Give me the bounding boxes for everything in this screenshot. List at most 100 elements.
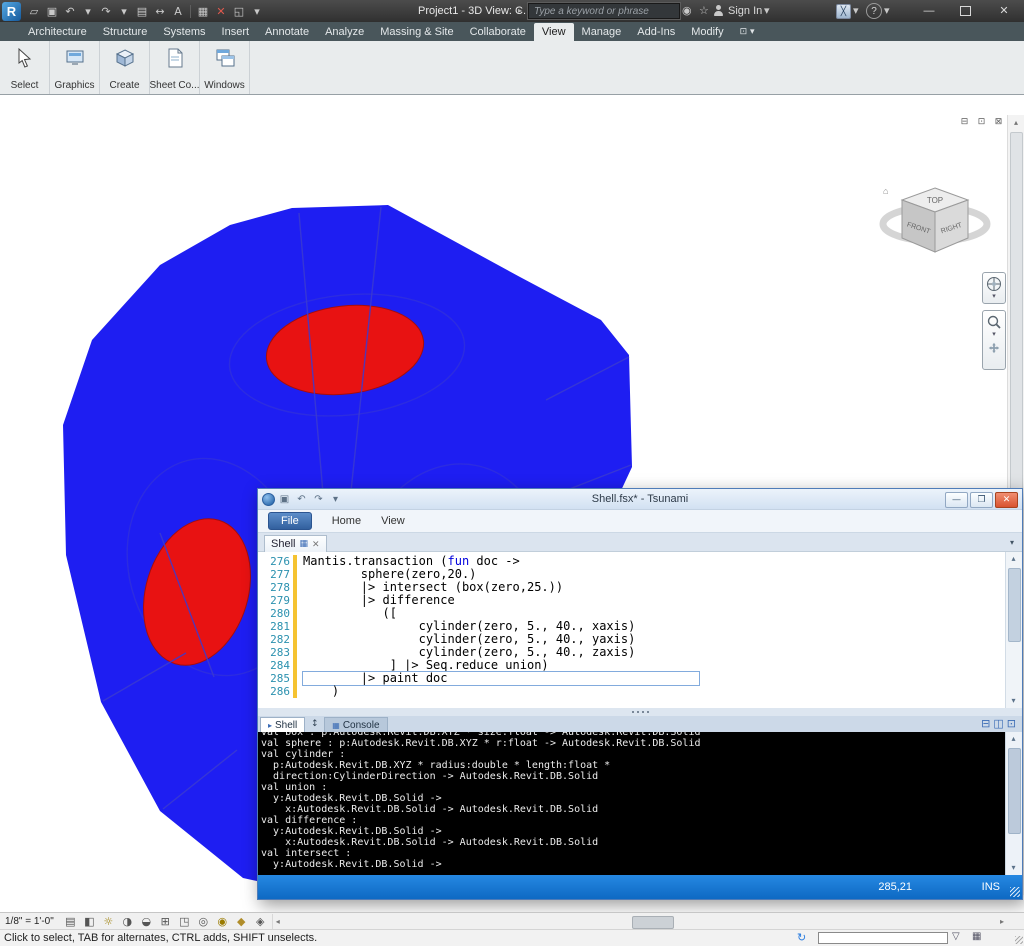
temporary-view-properties-icon[interactable]: ◈	[251, 915, 270, 928]
tsunami-title-bar[interactable]: ▣↶↷▾ Shell.fsx* - Tsunami — ❐ ✕	[258, 489, 1022, 510]
maximize-panel-icon[interactable]: ⊡	[1007, 718, 1016, 730]
horizontal-scroll-thumb[interactable]	[632, 916, 674, 929]
dock-toggle-icon[interactable]: ↕	[307, 719, 322, 732]
ribbon-tab-view[interactable]: View	[534, 23, 574, 41]
ribbon-panel-graphics[interactable]: Graphics	[50, 41, 100, 94]
editor-scrollbar[interactable]: ▴ ▾	[1005, 552, 1022, 708]
tsunami-tab-file[interactable]: File	[268, 512, 312, 530]
customize-quick-access-icon[interactable]: ▾	[248, 5, 266, 18]
pan-icon[interactable]	[987, 341, 1001, 355]
exchange-apps-icon[interactable]: ╳	[836, 4, 851, 19]
console-scroll-down-icon[interactable]: ▾	[1006, 861, 1021, 875]
unlocked-view-icon[interactable]: ◆	[232, 915, 251, 928]
reveal-hidden-elements-icon[interactable]: ◉	[213, 915, 232, 928]
steering-wheel-button[interactable]: ▾	[982, 272, 1006, 304]
revit-app-button[interactable]: R	[2, 2, 21, 21]
zoom-dropdown-icon[interactable]: ▾	[992, 330, 996, 338]
help-icon[interactable]: ?	[866, 3, 882, 19]
console-scrollbar[interactable]: ▴ ▾	[1005, 732, 1022, 875]
code-editor[interactable]: 276Mantis.transaction (fun doc ->277 sph…	[258, 552, 1022, 708]
console-scroll-up-icon[interactable]: ▴	[1006, 732, 1021, 746]
status-filter-input[interactable]	[818, 932, 948, 944]
detail-level-icon[interactable]: ▤	[61, 915, 80, 928]
window-resize-grip[interactable]	[1015, 936, 1023, 944]
console-scroll-thumb[interactable]	[1008, 748, 1021, 834]
redo-icon[interactable]: ↷	[97, 5, 115, 18]
print-icon[interactable]: ▤	[133, 5, 151, 18]
save-icon[interactable]: ▣	[43, 5, 61, 18]
sign-in-button[interactable]: Sign In	[728, 5, 762, 17]
ribbon-tab-structure[interactable]: Structure	[95, 23, 156, 41]
redo-icon[interactable]: ↷	[311, 494, 326, 505]
viewport-horizontal-scrollbar[interactable]: ◂ ▸	[272, 914, 1022, 929]
maximize-button[interactable]	[948, 0, 982, 21]
split-vertical-icon[interactable]: ◫	[993, 718, 1003, 730]
wheel-dropdown-icon[interactable]: ▾	[992, 292, 996, 300]
tab-list-dropdown-icon[interactable]: ▾	[1010, 538, 1014, 547]
close-hidden-windows-icon[interactable]: ✕	[212, 5, 230, 18]
scroll-left-icon[interactable]: ◂	[276, 917, 280, 926]
ribbon-tab-analyze[interactable]: Analyze	[317, 23, 372, 41]
document-tab-shell[interactable]: Shell ▦ ✕	[264, 535, 327, 552]
tsunami-tab-home[interactable]: Home	[332, 515, 361, 527]
code-line-285[interactable]: 285 |> paint doc	[258, 672, 1022, 685]
ribbon-panel-sheet-co[interactable]: Sheet Co...	[150, 41, 200, 94]
temporary-hide-isolate-icon[interactable]: ◎	[194, 915, 213, 928]
view-close-icon[interactable]: ⊠	[991, 117, 1006, 127]
ribbon-tab-add-ins[interactable]: Add-Ins	[629, 23, 683, 41]
scroll-up-icon[interactable]: ▴	[1008, 115, 1024, 130]
ribbon-panel-windows[interactable]: Windows	[200, 41, 250, 94]
editor-scroll-up-icon[interactable]: ▴	[1006, 552, 1021, 566]
panel-splitter[interactable]	[258, 708, 1022, 716]
quick-access-dropdown-icon[interactable]: ▾	[328, 494, 343, 505]
tsunami-window[interactable]: ▣↶↷▾ Shell.fsx* - Tsunami — ❐ ✕ File Hom…	[257, 488, 1023, 900]
scroll-right-icon[interactable]: ▸	[1000, 917, 1004, 926]
resize-grip[interactable]	[1010, 887, 1020, 897]
fsharp-console[interactable]: val box : p:Autodesk.Revit.DB.XYZ * size…	[258, 732, 1022, 875]
view-restore-icon[interactable]: ⊡	[974, 117, 989, 127]
split-horizontal-icon[interactable]: ⊟	[981, 718, 990, 730]
show-rendering-dialog-icon[interactable]: ◒	[137, 915, 156, 928]
shadows-icon[interactable]: ◑	[118, 915, 137, 928]
search-go-icon[interactable]: ◉	[682, 4, 692, 17]
tab-close-icon[interactable]: ✕	[312, 539, 320, 550]
cascade-windows-icon[interactable]: ◱	[230, 5, 248, 18]
visual-style-icon[interactable]: ◧	[80, 915, 99, 928]
search-history-arrow-icon[interactable]: ▸	[518, 6, 522, 15]
close-button[interactable]: ✕	[987, 0, 1021, 21]
viewcube-home-icon[interactable]: ⌂	[883, 186, 888, 196]
redo-dropdown-icon[interactable]: ▾	[115, 5, 133, 18]
code-line-286[interactable]: 286 )	[258, 685, 1022, 698]
ribbon-tab-modify[interactable]: Modify	[683, 23, 731, 41]
ribbon-tab-annotate[interactable]: Annotate	[257, 23, 317, 41]
ribbon-tab-architecture[interactable]: Architecture	[20, 23, 95, 41]
ribbon-tab-manage[interactable]: Manage	[574, 23, 630, 41]
sun-path-icon[interactable]: ☼	[99, 915, 118, 928]
output-tab-console[interactable]: ▦ Console	[324, 717, 387, 732]
view-minimize-icon[interactable]: ⊟	[957, 117, 972, 127]
help-search-input[interactable]	[528, 3, 680, 19]
show-crop-region-icon[interactable]: ◳	[175, 915, 194, 928]
ribbon-state-toggle-icon[interactable]: ⊡ ▾	[740, 27, 755, 41]
editor-scroll-thumb[interactable]	[1008, 568, 1021, 642]
tsunami-app-icon[interactable]	[262, 493, 275, 506]
grid-icon[interactable]: ▦	[194, 5, 212, 18]
editor-scroll-down-icon[interactable]: ▾	[1006, 694, 1021, 708]
tsunami-close-button[interactable]: ✕	[995, 492, 1018, 508]
tsunami-restore-button[interactable]: ❐	[970, 492, 993, 508]
save-icon[interactable]: ▣	[277, 494, 292, 505]
minimize-button[interactable]: —	[912, 0, 946, 21]
open-icon[interactable]: ▱	[25, 5, 43, 18]
view-scale-button[interactable]: 1/8" = 1'-0"	[0, 916, 61, 927]
ribbon-tab-collaborate[interactable]: Collaborate	[462, 23, 534, 41]
crop-view-icon[interactable]: ⊞	[156, 915, 175, 928]
filter-icon[interactable]: ▽	[952, 931, 960, 942]
ribbon-panel-create[interactable]: Create	[100, 41, 150, 94]
exchange-dropdown-icon[interactable]: ▾	[853, 4, 859, 17]
ribbon-tab-insert[interactable]: Insert	[214, 23, 258, 41]
text-icon[interactable]: A	[169, 5, 187, 18]
tsunami-minimize-button[interactable]: —	[945, 492, 968, 508]
ribbon-panel-select[interactable]: Select	[0, 41, 50, 94]
help-dropdown-icon[interactable]: ▾	[884, 4, 890, 17]
background-processes-icon[interactable]: ↻	[797, 931, 806, 944]
